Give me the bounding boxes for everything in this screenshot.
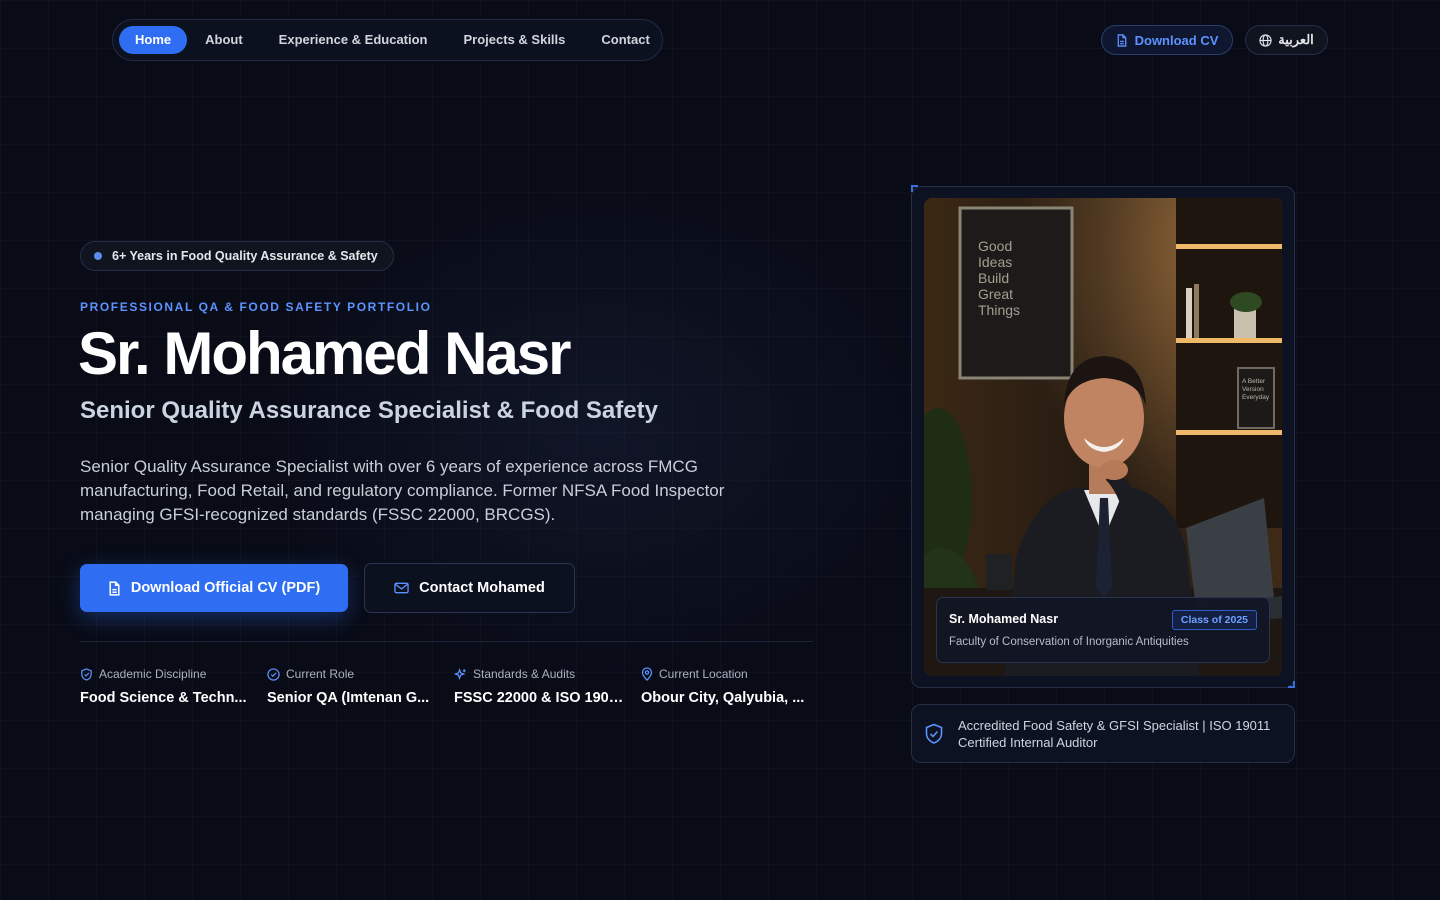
download-cv-button[interactable]: Download CV bbox=[1101, 25, 1233, 55]
language-label: العربية bbox=[1278, 32, 1314, 47]
stat-value: Senior QA (Imtenan G... bbox=[267, 690, 430, 706]
experience-badge: 6+ Years in Food Quality Assurance & Saf… bbox=[80, 241, 394, 271]
document-icon bbox=[108, 580, 121, 596]
stat-value: Food Science & Techn... bbox=[80, 690, 247, 706]
sparkle-icon bbox=[454, 667, 467, 681]
stat-label-row: Current Role bbox=[267, 666, 439, 682]
download-official-cv-label: Download Official CV (PDF) bbox=[130, 580, 321, 596]
contact-button[interactable]: Contact Mohamed bbox=[364, 563, 575, 613]
nav-item-projects-skills[interactable]: Projects & Skills bbox=[446, 26, 584, 54]
divider bbox=[80, 641, 813, 642]
stat-label: Current Role bbox=[286, 667, 355, 681]
page-title: Sr. Mohamed Nasr bbox=[78, 320, 572, 387]
stat-academic-discipline: Academic Discipline Food Science & Techn… bbox=[80, 666, 252, 706]
stat-current-location: Current Location Obour City, Qalyubia, .… bbox=[641, 666, 813, 706]
nav-item-home[interactable]: Home bbox=[119, 26, 188, 54]
eyebrow-text: PROFESSIONAL QA & FOOD SAFETY PORTFOLIO bbox=[80, 300, 432, 314]
download-cv-label: Download CV bbox=[1134, 32, 1219, 48]
hero-description: Senior Quality Assurance Specialist with… bbox=[80, 457, 725, 524]
caption-name: Sr. Mohamed Nasr bbox=[949, 612, 1059, 626]
stat-label-row: Academic Discipline bbox=[80, 666, 252, 682]
stat-standards-audits: Standards & Audits FSSC 22000 & ISO 1901… bbox=[454, 666, 626, 706]
nav-item-about[interactable]: About bbox=[187, 26, 261, 54]
certification-text: Accredited Food Safety & GFSI Specialist… bbox=[958, 717, 1271, 750]
download-official-cv-button[interactable]: Download Official CV (PDF) bbox=[80, 564, 348, 612]
nav-item-contact[interactable]: Contact bbox=[583, 26, 667, 54]
shelf-sign-text: A Better Version Everyday bbox=[1242, 378, 1270, 401]
corner-accent bbox=[1288, 681, 1295, 688]
poster-text: Good Ideas Build Great Things bbox=[978, 238, 1021, 318]
stat-value: FSSC 22000 & ISO 19011... bbox=[454, 690, 626, 706]
stat-label: Standards & Audits bbox=[473, 667, 576, 681]
document-icon bbox=[1116, 33, 1128, 47]
corner-accent bbox=[911, 185, 918, 192]
map-pin-icon bbox=[641, 667, 653, 681]
nav-item-experience-education[interactable]: Experience & Education bbox=[261, 26, 446, 54]
mail-icon bbox=[394, 582, 409, 594]
stat-label-row: Standards & Audits bbox=[454, 666, 626, 682]
stat-label-row: Current Location bbox=[641, 666, 813, 682]
status-dot bbox=[94, 252, 102, 260]
profile-caption: Sr. Mohamed Nasr Class of 2025 Faculty o… bbox=[936, 597, 1270, 663]
language-toggle-button[interactable]: العربية bbox=[1245, 25, 1328, 55]
shield-check-icon bbox=[924, 723, 944, 745]
stat-label: Academic Discipline bbox=[99, 667, 207, 681]
stat-current-role: Current Role Senior QA (Imtenan G... bbox=[267, 666, 439, 706]
class-badge: Class of 2025 bbox=[1171, 610, 1257, 630]
shield-icon bbox=[80, 667, 93, 681]
caption-faculty: Faculty of Conservation of Inorganic Ant… bbox=[949, 636, 1189, 648]
main-nav: Home About Experience & Education Projec… bbox=[112, 19, 663, 61]
certification-card: Accredited Food Safety & GFSI Specialist… bbox=[911, 704, 1295, 763]
stat-label: Current Location bbox=[659, 667, 748, 681]
check-circle-icon bbox=[267, 667, 280, 681]
contact-button-label: Contact Mohamed bbox=[419, 580, 545, 596]
job-title: Senior Quality Assurance Specialist & Fo… bbox=[80, 397, 658, 424]
stat-value: Obour City, Qalyubia, ... bbox=[641, 690, 805, 706]
experience-badge-label: 6+ Years in Food Quality Assurance & Saf… bbox=[112, 249, 378, 263]
globe-icon bbox=[1259, 33, 1272, 47]
